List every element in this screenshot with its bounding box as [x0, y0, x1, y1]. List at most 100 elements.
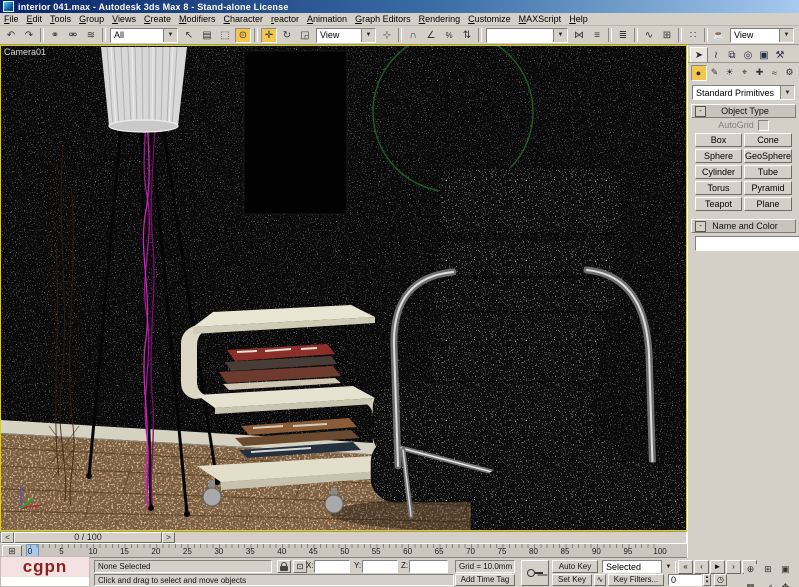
track-bar[interactable]: ⊞ 0 5 10 15 20 25 30 35 40 45 50 55 60 65 70 75 80 85 90 95… — [0, 544, 687, 558]
zoom-extents-icon[interactable]: ▣ — [778, 564, 792, 576]
menu-item[interactable]: MAXScript — [515, 13, 566, 25]
selection-lock-toggle[interactable] — [277, 560, 291, 573]
helpers-icon[interactable]: ✚ — [753, 66, 767, 80]
angle-snap-icon[interactable]: ∠ — [423, 27, 439, 43]
selection-filter-dropdown[interactable]: All ▼ — [110, 27, 178, 43]
chevron-down-icon[interactable]: ▼ — [553, 28, 567, 42]
next-frame-arrow[interactable]: > — [162, 532, 175, 543]
chevron-down-icon[interactable]: ▼ — [163, 28, 177, 42]
z-coordinate-field[interactable] — [409, 560, 448, 573]
menu-item[interactable]: Group — [75, 13, 108, 25]
chevron-down-icon[interactable]: ▼ — [361, 28, 375, 42]
cameras-icon[interactable]: ⌖ — [738, 66, 752, 80]
systems-icon[interactable]: ⚙ — [783, 66, 797, 80]
pan-icon[interactable]: ✥ — [778, 582, 792, 587]
geometry-category-dropdown[interactable]: Standard Primitives ▼ — [692, 85, 795, 100]
tab-modify-icon[interactable]: ≀ — [708, 48, 724, 62]
menu-item[interactable]: Character — [219, 13, 267, 25]
autogrid-checkbox[interactable] — [757, 119, 769, 131]
menu-item[interactable]: Edit — [23, 13, 47, 25]
geometry-icon[interactable]: ● — [690, 64, 707, 81]
spinner-snap-icon[interactable]: ⇅ — [459, 27, 475, 43]
selection-set-dropdown[interactable]: Selected ▼ — [602, 560, 676, 573]
reference-coordsys-dropdown[interactable]: View ▼ — [316, 27, 376, 43]
viewport-canvas[interactable] — [1, 31, 687, 532]
curve-editor-icon[interactable]: ∿ — [641, 27, 657, 43]
viewport-label[interactable]: Camera01 — [4, 47, 46, 57]
object-type-button[interactable]: Cone — [743, 133, 792, 147]
menu-item[interactable]: Tools — [46, 13, 75, 25]
chevron-down-icon[interactable]: ▼ — [780, 86, 794, 99]
object-type-button[interactable]: Box — [695, 133, 742, 147]
render-type-dropdown[interactable]: View ▼ — [730, 27, 794, 43]
render-setup-icon[interactable]: ☕ — [711, 27, 727, 43]
menu-item[interactable]: reactor — [267, 13, 303, 25]
menu-item[interactable]: Customize — [464, 13, 515, 25]
select-by-name-icon[interactable]: ▤ — [199, 27, 215, 43]
undo-icon[interactable]: ↶ — [3, 27, 19, 43]
previous-frame-button[interactable]: ‹ — [694, 560, 709, 574]
select-and-move-icon[interactable]: ✛ — [261, 27, 277, 43]
next-frame-button[interactable]: › — [726, 560, 741, 574]
schematic-view-icon[interactable]: ⊞ — [659, 27, 675, 43]
current-frame-field[interactable] — [668, 574, 702, 586]
zoom-icon[interactable]: ⊕ — [744, 564, 757, 576]
selection-region-icon[interactable]: ⬚ — [217, 27, 233, 43]
layer-manager-icon[interactable]: ≣ — [615, 27, 631, 43]
auto-key-button[interactable]: Auto Key — [552, 560, 598, 573]
collapse-icon[interactable]: - — [695, 105, 706, 117]
y-coordinate-field[interactable] — [362, 560, 398, 573]
bind-to-space-warp-icon[interactable]: ≋ — [83, 27, 99, 43]
time-configuration-button[interactable]: ◷ — [714, 574, 727, 586]
tab-utilities-icon[interactable]: ⚒ — [772, 48, 788, 62]
chevron-down-icon[interactable]: ▼ — [661, 560, 675, 573]
window-crossing-toggle-icon[interactable]: ⊙ — [235, 27, 251, 43]
object-type-button[interactable]: Teapot — [695, 197, 742, 211]
play-button[interactable]: ► — [710, 560, 725, 574]
redo-icon[interactable]: ↷ — [21, 27, 37, 43]
object-type-button[interactable]: Pyramid — [743, 181, 792, 195]
menu-item[interactable]: Modifiers — [175, 13, 220, 25]
object-type-button[interactable]: Cylinder — [695, 165, 742, 179]
name-and-color-rollout-header[interactable]: - Name and Color — [691, 219, 796, 233]
object-type-button[interactable]: Torus — [695, 181, 742, 195]
menu-item[interactable]: Rendering — [415, 13, 465, 25]
select-and-manipulate-icon[interactable]: ⊹ — [379, 27, 395, 43]
select-object-icon[interactable]: ↖ — [181, 27, 197, 43]
object-type-button[interactable]: Sphere — [695, 149, 742, 163]
material-editor-icon[interactable]: ∷ — [685, 27, 701, 43]
ottoman[interactable] — [470, 457, 687, 531]
snap-toggle-icon[interactable]: ∩ — [405, 27, 421, 43]
select-and-rotate-icon[interactable]: ↻ — [279, 27, 295, 43]
previous-frame-arrow[interactable]: < — [1, 532, 14, 543]
go-to-start-button[interactable]: « — [678, 560, 693, 574]
menu-item[interactable]: Graph Editors — [351, 13, 415, 25]
absolute-mode-toggle[interactable]: ⊡ — [293, 560, 307, 573]
zoom-all-icon[interactable]: ⊞ — [761, 564, 775, 576]
menu-item[interactable]: Create — [140, 13, 175, 25]
field-of-view-icon[interactable]: ◿ — [761, 582, 775, 587]
key-filters-button[interactable]: Key Filters... — [608, 574, 664, 586]
lampshade[interactable] — [101, 46, 187, 133]
x-coordinate-field[interactable] — [314, 560, 350, 573]
chevron-down-icon[interactable]: ▼ — [779, 28, 793, 42]
align-icon[interactable]: ≡ — [589, 27, 605, 43]
set-key-curve-toggle[interactable]: ∿ — [594, 574, 606, 586]
object-type-button[interactable]: GeoSphere — [743, 149, 792, 163]
object-type-button[interactable]: Plane — [743, 197, 792, 211]
object-name-field[interactable] — [695, 236, 799, 251]
space-warps-icon[interactable]: ≈ — [768, 66, 782, 80]
spinner-down-icon[interactable]: ▾ — [706, 579, 709, 585]
tab-hierarchy-icon[interactable]: ⧉ — [724, 48, 740, 62]
frame-spinner[interactable]: ▴ ▾ — [703, 574, 711, 586]
time-slider-handle[interactable]: 0 / 100 — [14, 532, 162, 543]
tab-display-icon[interactable]: ▣ — [756, 48, 772, 62]
menu-item[interactable]: Animation — [303, 13, 351, 25]
collapse-icon[interactable]: - — [695, 220, 706, 232]
set-key-button[interactable]: Set Key — [552, 574, 592, 586]
select-and-scale-icon[interactable]: ◲ — [297, 27, 313, 43]
tab-create-icon[interactable]: ➤ — [690, 47, 708, 62]
percent-snap-icon[interactable]: % — [441, 27, 457, 43]
object-type-rollout-header[interactable]: - Object Type — [691, 104, 796, 118]
tab-motion-icon[interactable]: ◎ — [740, 48, 756, 62]
